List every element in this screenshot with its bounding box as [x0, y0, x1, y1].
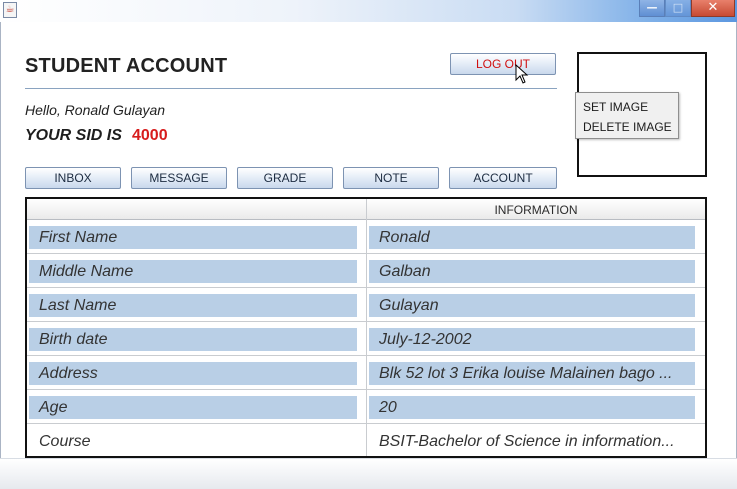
field-cell[interactable]: Age — [29, 396, 357, 419]
column-header-field[interactable] — [27, 199, 367, 219]
title-bar: ☕ — □ ✕ — [0, 0, 737, 22]
table-row[interactable]: Birth date July-12-2002 — [27, 322, 705, 356]
logout-button[interactable]: LOG OUT — [450, 53, 556, 75]
table-row[interactable]: Age 20 — [27, 390, 705, 424]
maximize-icon[interactable]: □ — [665, 0, 691, 17]
value-cell[interactable]: BSIT-Bachelor of Science in information.… — [369, 430, 695, 453]
title-divider — [25, 88, 557, 89]
message-button[interactable]: MESSAGE — [131, 167, 227, 189]
field-cell[interactable]: Birth date — [29, 328, 357, 351]
field-cell[interactable]: First Name — [29, 226, 357, 249]
table-row[interactable]: Middle Name Galban — [27, 254, 705, 288]
window-controls: — □ ✕ — [639, 0, 735, 18]
value-cell[interactable]: Galban — [369, 260, 695, 283]
page-title: STUDENT ACCOUNT — [25, 55, 228, 77]
value-cell[interactable]: 20 — [369, 396, 695, 419]
field-cell[interactable]: Course — [29, 430, 357, 453]
table-row[interactable]: Last Name Gulayan — [27, 288, 705, 322]
set-image-menu-item[interactable]: SET IMAGE — [576, 97, 678, 117]
grade-button[interactable]: GRADE — [237, 167, 333, 189]
image-context-menu: SET IMAGE DELETE IMAGE — [575, 92, 679, 139]
account-button[interactable]: ACCOUNT — [449, 167, 557, 189]
student-info-table: INFORMATION First Name Ronald Middle Nam… — [25, 197, 707, 458]
window-bottom-strip — [0, 458, 737, 489]
delete-image-menu-item[interactable]: DELETE IMAGE — [576, 117, 678, 137]
table-row[interactable]: Address Blk 52 lot 3 Erika louise Malain… — [27, 356, 705, 390]
note-button[interactable]: NOTE — [343, 167, 439, 189]
minimize-icon[interactable]: — — [639, 0, 665, 17]
value-cell[interactable]: Blk 52 lot 3 Erika louise Malainen bago … — [369, 362, 695, 385]
java-coffee-icon: ☕ — [3, 2, 17, 18]
table-row[interactable]: Course BSIT-Bachelor of Science in infor… — [27, 424, 705, 458]
mouse-cursor-icon — [515, 64, 529, 84]
field-cell[interactable]: Middle Name — [29, 260, 357, 283]
column-header-information[interactable]: INFORMATION — [367, 199, 705, 219]
value-cell[interactable]: Ronald — [369, 226, 695, 249]
table-row[interactable]: First Name Ronald — [27, 220, 705, 254]
value-cell[interactable]: July-12-2002 — [369, 328, 695, 351]
field-cell[interactable]: Last Name — [29, 294, 357, 317]
sid-label: YOUR SID IS — [25, 127, 122, 144]
greeting-text: Hello, Ronald Gulayan — [25, 102, 166, 118]
field-cell[interactable]: Address — [29, 362, 357, 385]
value-cell[interactable]: Gulayan — [369, 294, 695, 317]
inbox-button[interactable]: INBOX — [25, 167, 121, 189]
sid-value: 4000 — [132, 127, 168, 144]
close-icon[interactable]: ✕ — [691, 0, 735, 17]
